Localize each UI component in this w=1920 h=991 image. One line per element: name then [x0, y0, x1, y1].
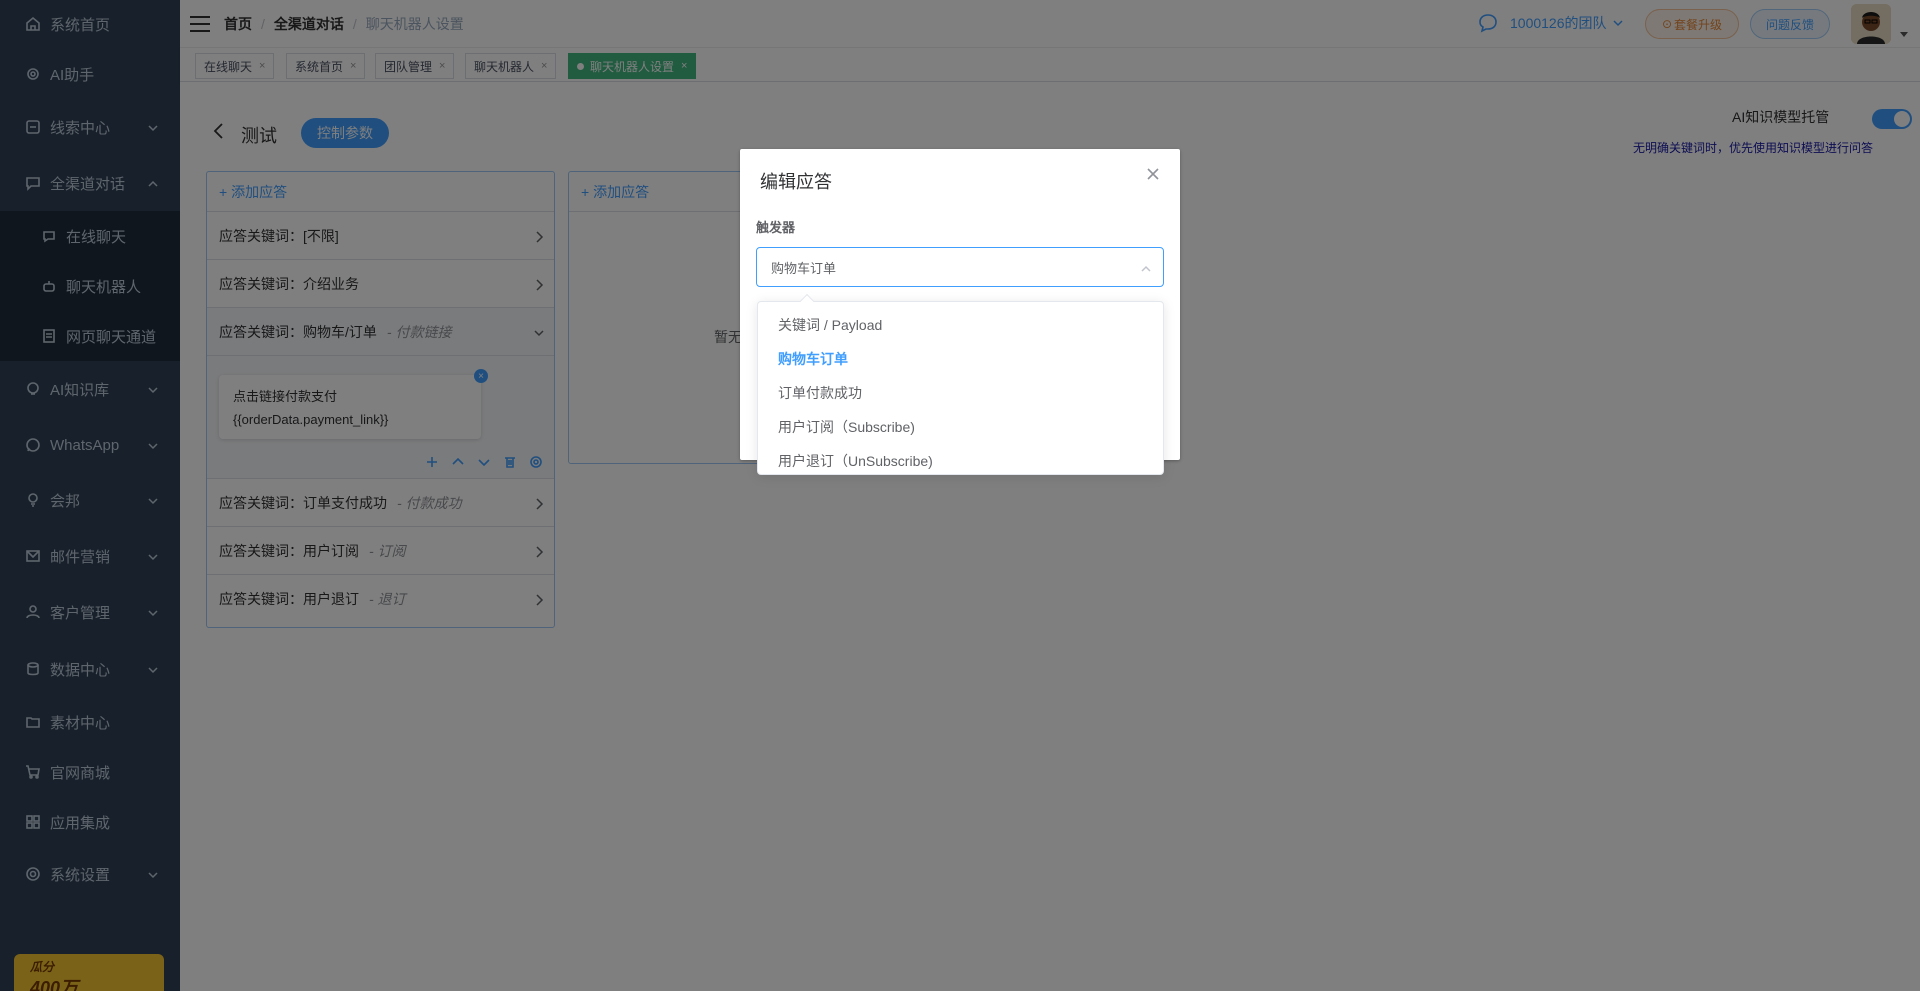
dropdown-option[interactable]: 关键词 / Payload — [758, 308, 1163, 342]
dropdown-option[interactable]: 订单付款成功 — [758, 376, 1163, 410]
close-icon[interactable] — [1146, 167, 1160, 181]
dropdown-option[interactable]: 用户订阅（Subscribe) — [758, 410, 1163, 444]
trigger-label: 触发器 — [756, 220, 796, 235]
dropdown-option[interactable]: 用户退订（UnSubscribe) — [758, 444, 1163, 478]
trigger-select[interactable]: 购物车订单 — [756, 247, 1164, 287]
chevron-up-icon — [1141, 262, 1151, 272]
trigger-select-value: 购物车订单 — [771, 260, 837, 276]
dialog-title: 编辑应答 — [760, 172, 832, 192]
dropdown-option-selected[interactable]: 购物车订单 — [758, 342, 1163, 376]
trigger-dropdown: 关键词 / Payload 购物车订单 订单付款成功 用户订阅（Subscrib… — [757, 293, 1164, 478]
